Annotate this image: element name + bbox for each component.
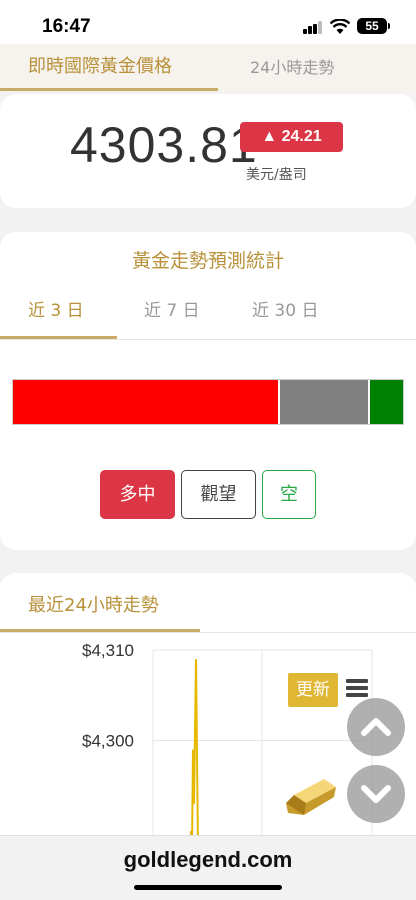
- update-button[interactable]: 更新: [288, 673, 338, 707]
- chevron-up-icon: [361, 718, 391, 736]
- scroll-down-button[interactable]: [347, 765, 405, 823]
- sentiment-bar: [12, 379, 404, 425]
- price-card: 4303.81 ▲ 24.21 美元/盎司: [0, 94, 416, 208]
- forecast-title: 黃金走勢預測統計: [131, 250, 284, 272]
- battery-icon: 55: [357, 18, 387, 34]
- wifi-icon: [330, 19, 350, 34]
- price-change-badge: ▲ 24.21: [240, 122, 343, 152]
- tab-7-days[interactable]: 近 7 日: [144, 296, 200, 321]
- tab-3-days[interactable]: 近 3 日: [28, 296, 84, 321]
- site-address[interactable]: goldlegend.com: [0, 847, 416, 873]
- neutral-button[interactable]: 觀望: [181, 470, 256, 519]
- sentiment-segment-1: [278, 380, 368, 424]
- bearish-button[interactable]: 空: [262, 470, 316, 519]
- tab-24h-trend[interactable]: 24小時走勢: [250, 54, 334, 78]
- scroll-up-button[interactable]: [347, 698, 405, 756]
- price-unit: 美元/盎司: [246, 167, 307, 183]
- forecast-card: 黃金走勢預測統計 近 3 日 近 7 日 近 30 日 多中 觀望 空: [0, 232, 416, 550]
- signal-icon: [303, 21, 324, 34]
- sentiment-segment-0: [13, 380, 279, 424]
- chevron-down-icon: [361, 785, 391, 803]
- sentiment-segment-2: [367, 380, 403, 424]
- bullish-button[interactable]: 多中: [100, 470, 175, 519]
- divider: [0, 339, 416, 340]
- tab-live-price[interactable]: 即時國際黃金價格: [28, 52, 172, 78]
- chart-section-title: 最近24小時走勢: [28, 595, 159, 616]
- battery-tip: [388, 23, 390, 29]
- gold-bar-icon: [286, 779, 336, 815]
- browser-footer: goldlegend.com: [0, 835, 416, 900]
- top-tabs: 即時國際黃金價格 24小時走勢: [0, 44, 416, 92]
- tab-30-days[interactable]: 近 30 日: [252, 296, 318, 321]
- status-bar: 16:47 55: [0, 0, 416, 50]
- y-tick-label: $4,300: [82, 732, 134, 751]
- menu-icon[interactable]: [346, 679, 368, 697]
- gold-price: 4303.81: [70, 117, 258, 173]
- tab-active-indicator: [0, 88, 218, 91]
- y-tick-label: $4,310: [82, 641, 134, 660]
- status-time: 16:47: [42, 16, 91, 37]
- home-indicator: [134, 885, 282, 890]
